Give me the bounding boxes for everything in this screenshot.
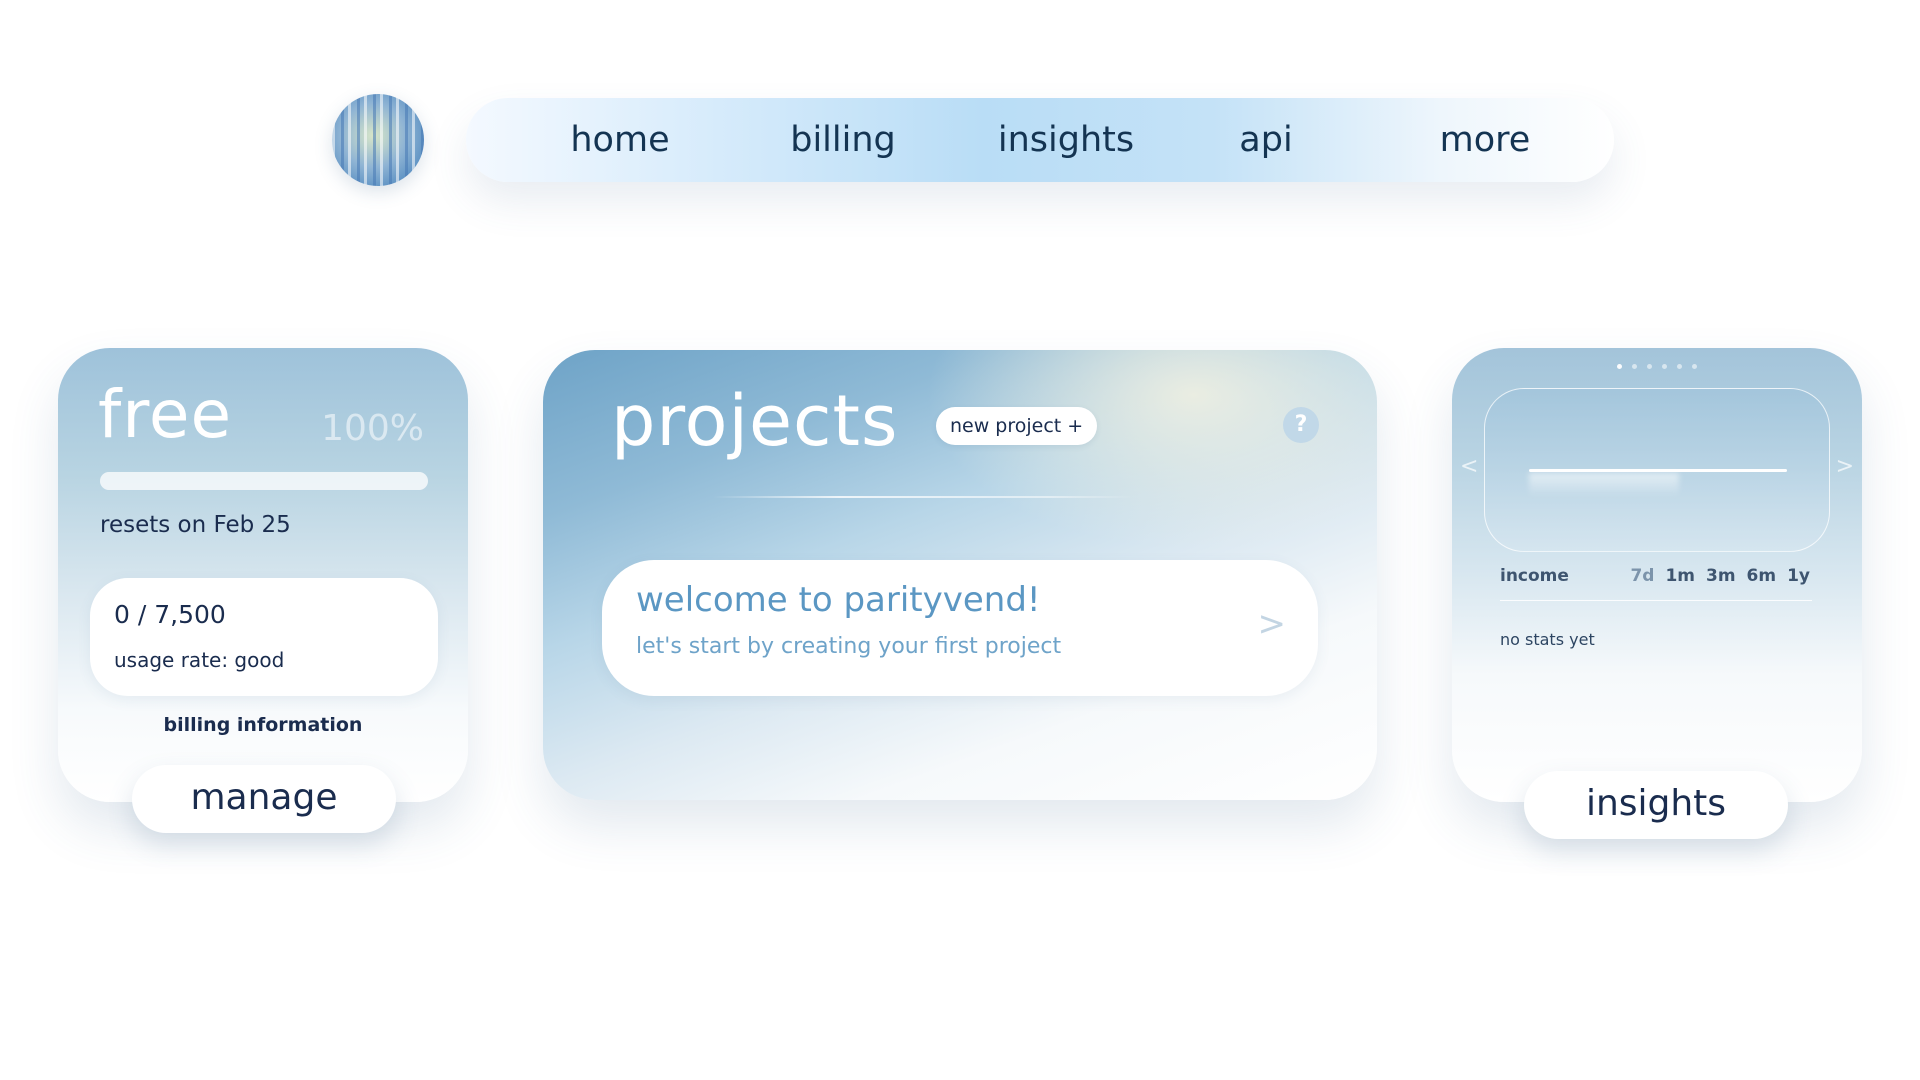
plan-usage-percent: 100% [321, 408, 424, 449]
range-option-7d[interactable]: 7d [1630, 566, 1654, 586]
carousel-dots [1452, 364, 1862, 369]
plan-progress-fill [100, 472, 428, 490]
nav-item-more[interactable]: more [1400, 98, 1570, 182]
nav-item-home[interactable]: home [530, 98, 710, 182]
dashboard: home billing insights api more free 100%… [0, 0, 1920, 1080]
carousel-dot[interactable] [1677, 364, 1682, 369]
carousel-dot[interactable] [1662, 364, 1667, 369]
projects-title: projects [611, 380, 899, 462]
chart-line [1529, 469, 1787, 472]
plan-reset-date: resets on Feb 25 [100, 512, 291, 538]
range-selector: 7d 1m 3m 6m 1y [1619, 566, 1810, 586]
metric-label[interactable]: income [1500, 566, 1569, 586]
nav-item-api[interactable]: api [1196, 98, 1336, 182]
help-icon[interactable]: ? [1283, 407, 1319, 443]
avatar[interactable] [332, 94, 424, 186]
billing-information-label: billing information [163, 714, 363, 736]
nav-item-billing[interactable]: billing [753, 98, 933, 182]
range-option-3m[interactable]: 3m [1706, 566, 1736, 586]
plan-name: free [98, 376, 233, 453]
plan-progress-bar [100, 472, 428, 490]
usage-summary: 0 / 7,500 usage rate: good [90, 578, 438, 696]
carousel-dot[interactable] [1647, 364, 1652, 369]
chevron-left-icon[interactable]: < [1460, 454, 1478, 479]
carousel-dot[interactable] [1692, 364, 1697, 369]
chevron-right-icon: > [1257, 604, 1287, 644]
new-project-button[interactable]: new project + [936, 407, 1098, 445]
plan-card: free 100% resets on Feb 25 0 / 7,500 usa… [58, 348, 468, 802]
carousel-dot[interactable] [1632, 364, 1637, 369]
insights-button[interactable]: insights [1524, 771, 1788, 839]
usage-rate: usage rate: good [114, 648, 285, 672]
welcome-title: welcome to parityvend! [636, 580, 1041, 620]
welcome-subtitle: let's start by creating your first proje… [636, 634, 1062, 659]
insights-card: < > income 7d 1m 3m 6m 1y no stats yet [1452, 348, 1862, 802]
range-option-1m[interactable]: 1m [1665, 566, 1695, 586]
income-chart [1484, 388, 1830, 552]
projects-card: projects new project + ? welcome to pari… [543, 350, 1377, 800]
range-option-1y[interactable]: 1y [1787, 566, 1810, 586]
projects-divider [713, 496, 1133, 498]
range-option-6m[interactable]: 6m [1747, 566, 1777, 586]
manage-button[interactable]: manage [132, 765, 396, 833]
metric-divider [1500, 600, 1812, 601]
welcome-banner[interactable]: welcome to parityvend! let's start by cr… [602, 560, 1318, 696]
carousel-dot[interactable] [1617, 364, 1622, 369]
usage-count: 0 / 7,500 [114, 600, 226, 629]
empty-state-text: no stats yet [1500, 630, 1595, 649]
chevron-right-icon[interactable]: > [1836, 454, 1854, 479]
nav-item-insights[interactable]: insights [966, 98, 1166, 182]
chart-glow [1529, 473, 1679, 497]
top-nav: home billing insights api more [466, 98, 1614, 182]
